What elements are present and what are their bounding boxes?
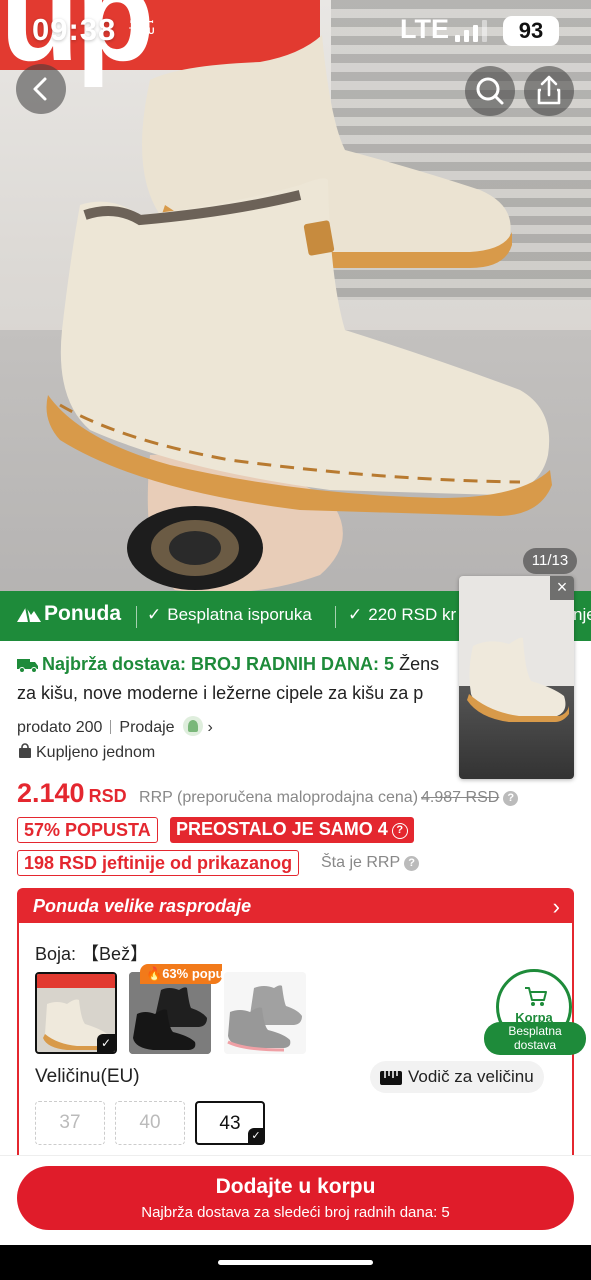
- gray-boot-thumbnail: [224, 972, 306, 1054]
- price-currency: RSD: [88, 786, 127, 806]
- old-price: 4.987 RSD: [421, 789, 500, 806]
- color-swatch-gray[interactable]: [224, 972, 306, 1054]
- size-option-37[interactable]: 37: [35, 1101, 105, 1145]
- check-icon: ✓: [348, 605, 363, 624]
- status-time: 09:38: [32, 12, 117, 47]
- carrier-line2: TEMU: [129, 26, 155, 36]
- banner-item-label: Besplatna isporuka: [167, 605, 312, 624]
- share-icon: [537, 75, 561, 105]
- price-row: 2.140 RSD RRP (preporučena maloprodajna c…: [17, 778, 519, 809]
- divider: [110, 720, 112, 734]
- system-nav-bar: [0, 1245, 591, 1280]
- bottom-bar: Dodajte u korpu Najbrža dostava za slede…: [0, 1155, 591, 1245]
- fast-delivery-text: Najbrža dostava: BROJ RADNIH DANA: 5: [42, 654, 395, 674]
- stock-tag[interactable]: PREOSTALO JE SAMO 4?: [170, 817, 414, 843]
- close-icon[interactable]: ×: [550, 576, 574, 600]
- sale-panel-title: Ponuda velike rasprodaje: [33, 896, 252, 916]
- what-is-rrp-link[interactable]: Šta je RRP?: [321, 854, 420, 872]
- check-icon: ✓: [97, 1034, 115, 1052]
- ruler-icon: [380, 1071, 402, 1085]
- network-type: LTE: [400, 14, 449, 44]
- ponuda-brand-text: Ponuda: [44, 602, 121, 625]
- product-title-start: Žens: [399, 654, 440, 674]
- floating-video[interactable]: ×: [459, 576, 574, 779]
- price-amount: 2.140: [17, 778, 85, 808]
- color-swatch-black[interactable]: [129, 972, 211, 1054]
- rrp-label: RRP (preporučena maloprodajna cena): [139, 789, 419, 806]
- chevron-right-icon: ›: [552, 894, 560, 919]
- cart-icon: [525, 987, 547, 1006]
- discount-tag: 57% POPUSTA: [17, 817, 158, 843]
- battery-indicator: 93: [503, 16, 559, 46]
- what-is-rrp-label: Šta je RRP: [321, 854, 401, 871]
- size-option-40[interactable]: 40: [115, 1101, 185, 1145]
- bought-once: Kupljeno jednom: [17, 743, 155, 762]
- search-icon: [476, 77, 504, 105]
- sold-count: prodato 200: [17, 719, 103, 736]
- shopping-bag-icon: [19, 743, 31, 758]
- popular-badge: 🔥63% popu: [140, 964, 222, 984]
- banner-item-credit: ✓ 220 RSD kr: [348, 605, 456, 625]
- banner-item-free-shipping: ✓ Besplatna isporuka: [147, 605, 312, 625]
- truck-icon: [17, 659, 38, 673]
- sale-panel-header[interactable]: Ponuda velike rasprodaje ›: [19, 890, 572, 923]
- check-icon: ✓: [147, 605, 162, 624]
- size-guide-label: Vodič za veličinu: [408, 1067, 534, 1086]
- ponuda-logo: Ponuda: [16, 602, 121, 626]
- sale-panel: Ponuda velike rasprodaje › Boja: 【Bež】 ✓…: [17, 888, 574, 1158]
- home-gesture-pill[interactable]: [218, 1260, 373, 1265]
- add-to-cart-sublabel: Najbrža dostava za sledeći broj radnih d…: [141, 1204, 450, 1221]
- help-icon: ?: [391, 823, 408, 839]
- bought-once-label: Kupljeno jednom: [36, 744, 156, 761]
- chevron-right-icon: ›: [207, 719, 213, 736]
- seller-label: Prodaje: [119, 719, 175, 736]
- banner-item-label: 220 RSD kr: [368, 605, 457, 624]
- popular-badge-text: 63% popu: [162, 966, 222, 981]
- banner-divider: [136, 606, 137, 628]
- check-icon: ✓: [248, 1128, 264, 1144]
- sales-info[interactable]: prodato 200 Prodaje ›: [17, 716, 213, 737]
- stock-label: PREOSTALO JE SAMO 4: [176, 819, 388, 839]
- share-button[interactable]: [524, 66, 574, 116]
- banner-divider: [335, 606, 336, 628]
- size-guide-button[interactable]: Vodič za veličinu: [370, 1061, 544, 1093]
- video-boot-thumbnail: [467, 637, 569, 722]
- black-boot-thumbnail: [129, 972, 211, 1054]
- color-label-text: Boja:: [35, 944, 77, 964]
- help-icon: ?: [404, 856, 420, 871]
- product-title-line2[interactable]: za kišu, nove moderne i ležerne cipele z…: [17, 683, 457, 704]
- search-button[interactable]: [465, 66, 515, 116]
- chevron-left-icon: [33, 77, 47, 101]
- add-to-cart-button[interactable]: Dodajte u korpu Najbrža dostava za slede…: [17, 1166, 574, 1230]
- cheaper-tag: 198 RSD jeftinije od prikazanog: [17, 850, 300, 876]
- signal-icon: [455, 20, 487, 42]
- add-to-cart-label: Dodajte u korpu: [215, 1175, 376, 1198]
- color-swatch-beige[interactable]: ✓: [35, 972, 117, 1054]
- help-icon[interactable]: ?: [503, 791, 519, 806]
- back-button[interactable]: [16, 64, 66, 114]
- free-shipping-line1: Besplatna: [508, 1024, 562, 1038]
- color-value: 【Bež】: [81, 944, 149, 964]
- product-title-line1[interactable]: Najbrža dostava: BROJ RADNIH DANA: 5 Žen…: [17, 654, 457, 675]
- free-shipping-line2: dostava: [513, 1038, 557, 1052]
- mountain-icon: [17, 606, 41, 623]
- size-option-label: 43: [219, 1113, 241, 1134]
- color-label: Boja: 【Bež】: [35, 940, 148, 966]
- carrier-indicator: ꟷ 🞂 ꟷ TEMU: [129, 18, 155, 36]
- seller-avatar: [183, 716, 204, 736]
- image-counter: 11/13: [523, 548, 577, 574]
- banner-item-more: nje: [573, 605, 591, 624]
- size-label: Veličinu(EU): [35, 1066, 140, 1087]
- status-bar: 09:38 ꟷ 🞂 ꟷ TEMU LTE 93: [32, 10, 559, 50]
- size-option-43[interactable]: 43 ✓: [195, 1101, 265, 1145]
- free-shipping-badge: Besplatna dostava: [484, 1022, 586, 1055]
